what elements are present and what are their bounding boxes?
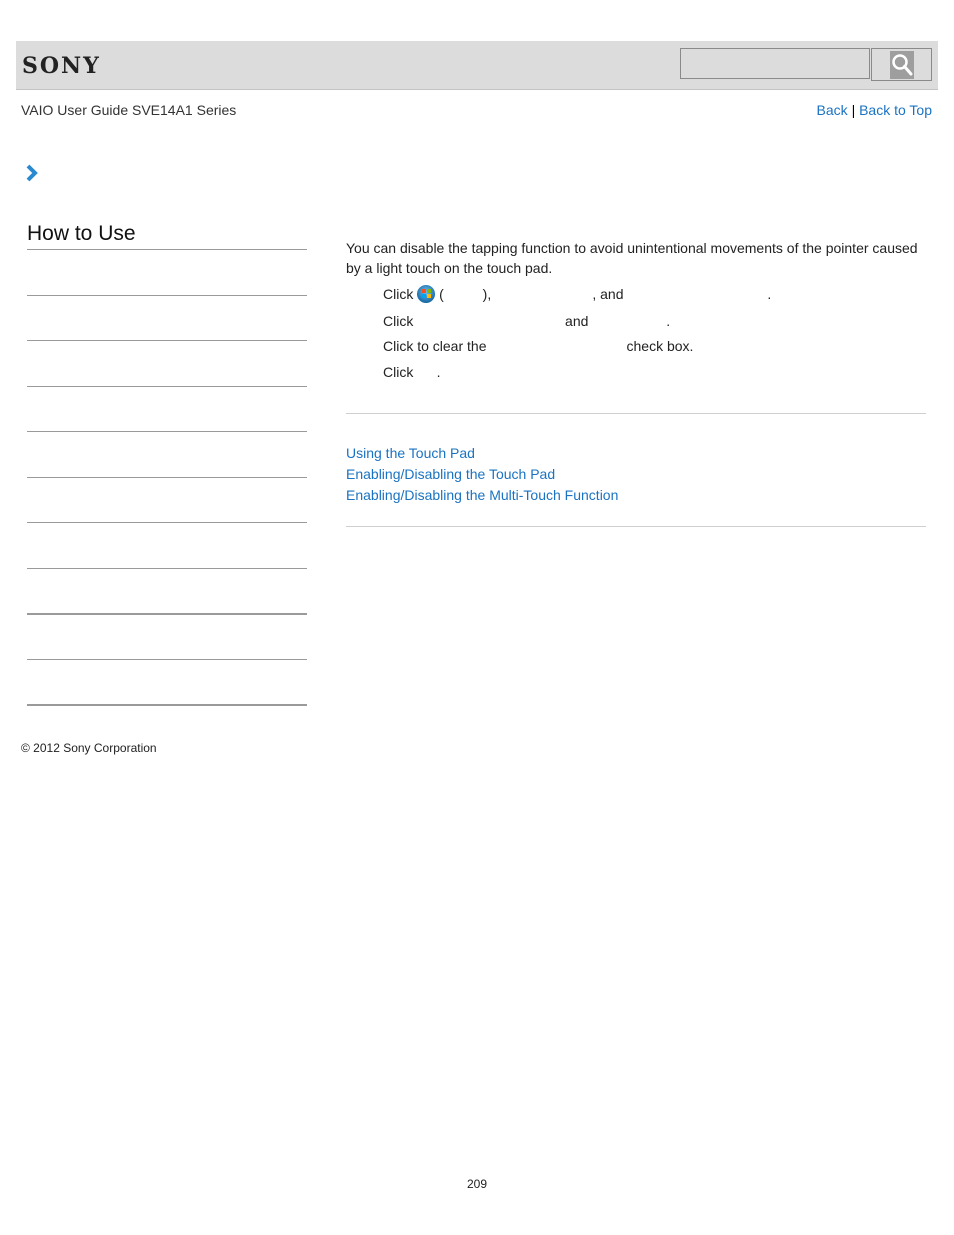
link-separator: |: [851, 102, 856, 118]
guide-title: VAIO User Guide SVE14A1 Series: [21, 102, 237, 118]
step-2-rest: and .: [413, 313, 671, 329]
sidebar-item[interactable]: [27, 340, 307, 341]
step-1-prefix: Click: [383, 286, 414, 302]
step-4-rest: .: [413, 364, 441, 380]
step-3-rest: check box.: [486, 338, 694, 354]
intro-text: You can disable the tapping function to …: [346, 240, 918, 276]
back-link[interactable]: Back: [817, 102, 848, 118]
step-4: Click .: [383, 364, 441, 380]
search-icon: [889, 50, 914, 79]
sidebar-item[interactable]: [27, 295, 307, 296]
search-input[interactable]: [680, 48, 870, 79]
windows-start-icon: [417, 285, 436, 303]
search-button[interactable]: [871, 48, 932, 81]
sidebar-item[interactable]: [27, 613, 307, 615]
step-4-prefix: Click: [383, 364, 414, 380]
related-link-multi-touch[interactable]: Enabling/Disabling the Multi-Touch Funct…: [346, 487, 618, 503]
step-2-prefix: Click: [383, 313, 414, 329]
sidebar-title: How to Use: [27, 222, 136, 245]
step-3: Click to clear the check box.: [383, 338, 693, 354]
sidebar-item[interactable]: [27, 477, 307, 478]
sidebar-item[interactable]: [27, 386, 307, 387]
related-link-enable-disable-touch-pad[interactable]: Enabling/Disabling the Touch Pad: [346, 466, 555, 482]
content-divider: [346, 413, 926, 414]
sidebar-item[interactable]: [27, 522, 307, 523]
sidebar-item[interactable]: [27, 704, 307, 706]
sidebar-item[interactable]: [27, 431, 307, 432]
sidebar-item[interactable]: [27, 568, 307, 569]
step-3-prefix: Click to clear the: [383, 338, 487, 354]
content-divider: [346, 526, 926, 527]
step-1: Click ( ), , and .: [383, 285, 771, 303]
header-bar: SONY: [16, 41, 938, 90]
sidebar-divider: [27, 249, 307, 250]
sidebar-item[interactable]: [27, 659, 307, 660]
page-number: 209: [466, 1177, 488, 1191]
related-link-using-touch-pad[interactable]: Using the Touch Pad: [346, 445, 475, 461]
sony-logo: SONY: [22, 53, 101, 79]
step-1-rest: ( ), , and .: [435, 286, 772, 302]
step-2: Click and .: [383, 313, 670, 329]
back-to-top-link[interactable]: Back to Top: [859, 102, 932, 118]
chevron-right-icon[interactable]: [25, 164, 39, 187]
top-nav-links: Back | Back to Top: [817, 102, 932, 118]
copyright: © 2012 Sony Corporation: [21, 741, 157, 755]
